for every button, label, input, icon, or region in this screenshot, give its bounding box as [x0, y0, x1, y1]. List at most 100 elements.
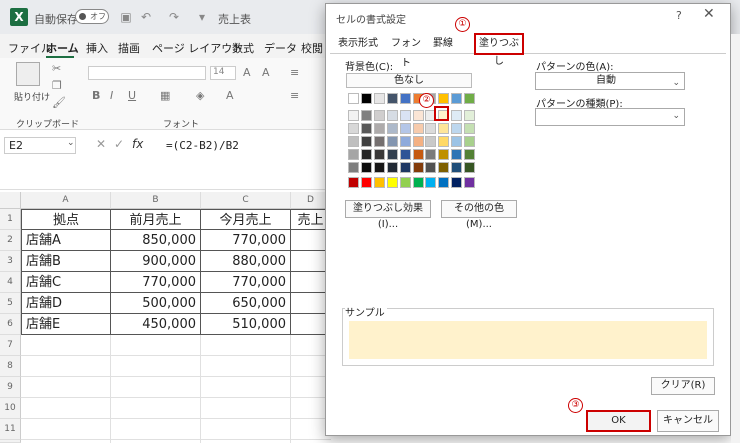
color-swatch[interactable] [425, 123, 437, 134]
cell-c1[interactable]: 今月売上 [201, 209, 291, 230]
tab-formulas[interactable]: 数式 [232, 40, 254, 56]
color-swatch[interactable] [451, 110, 463, 121]
name-box-dropdown-icon[interactable]: ⌄ [67, 138, 75, 148]
name-box[interactable]: E2 [4, 137, 76, 154]
grow-font-icon[interactable]: A [243, 66, 251, 79]
color-swatch[interactable] [412, 123, 424, 134]
color-swatch[interactable] [386, 177, 398, 188]
close-icon[interactable]: ✕ [703, 6, 715, 22]
column-header-b[interactable]: B [111, 192, 201, 209]
color-swatch[interactable] [464, 93, 476, 104]
color-swatch[interactable] [373, 93, 385, 104]
cell-b3[interactable]: 900,000 [111, 251, 201, 272]
color-swatch[interactable] [373, 177, 385, 188]
color-swatch[interactable] [451, 162, 463, 173]
color-swatch[interactable] [386, 149, 398, 160]
cell-a3[interactable]: 店舗B [21, 251, 111, 272]
color-swatch[interactable] [464, 136, 476, 147]
row-header[interactable]: 8 [0, 356, 21, 377]
align-top-icon[interactable]: ≡ [290, 66, 299, 79]
color-swatch[interactable] [373, 136, 385, 147]
color-swatch[interactable] [464, 149, 476, 160]
color-swatch[interactable] [451, 177, 463, 188]
border-icon[interactable]: ▦ [160, 89, 170, 102]
insert-function-icon[interactable]: fx [132, 137, 143, 151]
italic-icon[interactable]: I [110, 89, 113, 102]
column-header-c[interactable]: C [201, 192, 291, 209]
color-swatch[interactable] [438, 149, 450, 160]
row-header[interactable]: 5 [0, 293, 21, 314]
underline-icon[interactable]: U [128, 89, 136, 102]
color-swatch[interactable] [438, 93, 450, 104]
cell-a6[interactable]: 店舗E [21, 314, 111, 335]
color-swatch[interactable] [360, 136, 372, 147]
paste-icon[interactable] [16, 62, 40, 86]
tab-draw[interactable]: 描画 [118, 40, 140, 56]
color-swatch[interactable] [373, 149, 385, 160]
tab-home[interactable]: ホーム [46, 40, 79, 56]
color-swatch[interactable] [438, 162, 450, 173]
font-size-box[interactable]: 14 [210, 66, 236, 80]
color-swatch[interactable] [438, 177, 450, 188]
font-name-box[interactable] [88, 66, 206, 80]
color-swatch[interactable] [425, 177, 437, 188]
autosave-toggle[interactable]: オフ [75, 9, 109, 24]
cell-c5[interactable]: 650,000 [201, 293, 291, 314]
color-swatch[interactable] [348, 149, 359, 160]
tab-data[interactable]: データ [264, 40, 297, 56]
color-swatch[interactable] [412, 162, 424, 173]
row-header[interactable]: 3 [0, 251, 21, 272]
tab-font[interactable]: フォント [388, 34, 424, 69]
shrink-font-icon[interactable]: A [262, 66, 270, 79]
color-swatch[interactable] [451, 136, 463, 147]
color-swatch[interactable] [399, 177, 411, 188]
cancel-entry-icon[interactable]: ✕ [96, 137, 106, 151]
cell-c3[interactable]: 880,000 [201, 251, 291, 272]
cut-icon[interactable]: ✂ [52, 62, 61, 75]
fill-effects-button[interactable]: 塗りつぶし効果(I)... [345, 200, 431, 230]
cell-b1[interactable]: 前月売上 [111, 209, 201, 230]
tab-insert[interactable]: 挿入 [86, 40, 108, 56]
row-header[interactable]: 1 [0, 209, 21, 230]
help-icon[interactable]: ? [676, 9, 682, 22]
cell-a1[interactable]: 拠点 [21, 209, 111, 230]
color-swatch[interactable] [464, 110, 476, 121]
color-swatch[interactable] [399, 149, 411, 160]
cell-c2[interactable]: 770,000 [201, 230, 291, 251]
color-swatch[interactable] [360, 110, 372, 121]
row-header[interactable]: 4 [0, 272, 21, 293]
tab-page-layout[interactable]: ページ レイアウト [152, 40, 243, 56]
color-swatch[interactable] [399, 136, 411, 147]
more-colors-button[interactable]: その他の色(M)... [441, 200, 517, 230]
row-header[interactable]: 2 [0, 230, 21, 251]
tab-review[interactable]: 校閲 [301, 40, 323, 56]
color-swatch[interactable] [373, 110, 385, 121]
row-header[interactable]: 9 [0, 377, 21, 398]
undo-icon[interactable]: ↶ [138, 9, 154, 25]
color-swatch[interactable] [348, 136, 359, 147]
color-swatch[interactable] [386, 93, 398, 104]
color-swatch[interactable] [451, 123, 463, 134]
color-swatch[interactable] [438, 123, 450, 134]
format-painter-icon[interactable]: 🖌 [52, 96, 66, 109]
paste-label[interactable]: 貼り付け [14, 90, 50, 103]
color-swatch[interactable] [399, 93, 411, 104]
tab-border[interactable]: 罫線 [428, 34, 458, 54]
color-swatch[interactable] [451, 149, 463, 160]
empty-grid[interactable] [21, 335, 331, 443]
color-swatch[interactable] [360, 162, 372, 173]
color-swatch[interactable] [386, 110, 398, 121]
tab-number[interactable]: 表示形式 [335, 34, 381, 54]
tab-fill[interactable]: 塗りつぶし [474, 33, 524, 67]
cell-c6[interactable]: 510,000 [201, 314, 291, 335]
color-swatch[interactable] [438, 136, 450, 147]
cell-b2[interactable]: 850,000 [111, 230, 201, 251]
color-swatch[interactable] [451, 93, 463, 104]
cell-a2[interactable]: 店舗A [21, 230, 111, 251]
cancel-button[interactable]: キャンセル [657, 410, 719, 432]
pattern-style-select[interactable]: ⌄ [535, 108, 685, 126]
color-swatch[interactable] [464, 123, 476, 134]
color-swatch[interactable] [348, 162, 359, 173]
color-swatch[interactable] [412, 149, 424, 160]
color-swatch[interactable] [360, 149, 372, 160]
